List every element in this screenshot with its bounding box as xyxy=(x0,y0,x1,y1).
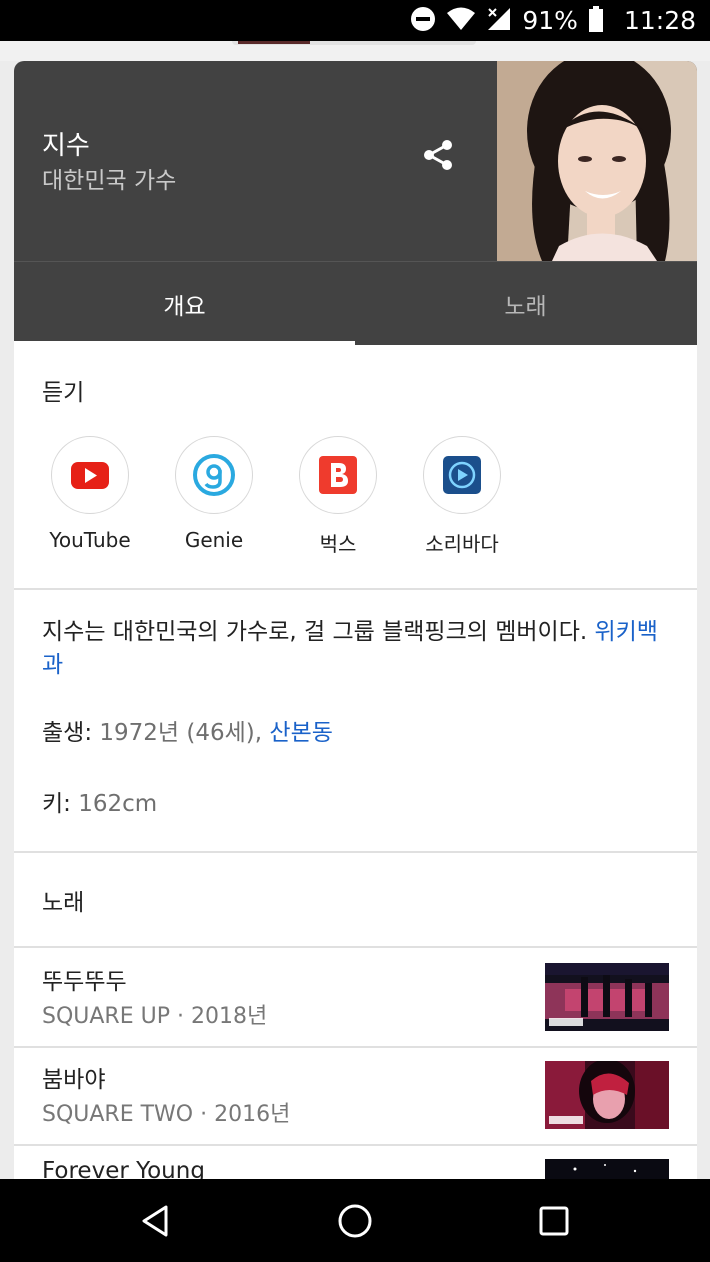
recents-button[interactable] xyxy=(532,1199,576,1243)
service-label: 벅스 xyxy=(319,532,357,556)
previous-card-peek xyxy=(0,41,710,61)
cell-signal-icon xyxy=(486,6,512,36)
song-subtitle: SQUARE UP · 2018년 xyxy=(42,1004,268,1029)
section-divider xyxy=(14,851,697,853)
song-title: 붐바야 xyxy=(42,1067,106,1093)
service-label: YouTube xyxy=(49,528,131,552)
fact-value: 162cm xyxy=(78,791,158,817)
entity-photo[interactable] xyxy=(497,61,697,261)
fact-birth: 출생: 1972년 (46세), 산본동 xyxy=(42,713,333,747)
battery-percent: 91% xyxy=(522,6,578,35)
song-title: Forever Young xyxy=(42,1158,205,1179)
service-soribada[interactable]: 소리바다 xyxy=(412,436,512,557)
song-subtitle: SQUARE TWO · 2016년 xyxy=(42,1102,291,1127)
service-youtube[interactable]: YouTube xyxy=(40,436,140,552)
songs-section-title: 노래 xyxy=(42,890,85,916)
entity-title: 지수 xyxy=(42,131,90,161)
home-icon xyxy=(338,1204,372,1238)
song-thumbnail xyxy=(545,1159,669,1179)
home-button[interactable] xyxy=(333,1199,377,1243)
youtube-icon xyxy=(71,462,109,489)
battery-icon xyxy=(588,5,604,36)
card-header: 지수 대한민국 가수 xyxy=(14,61,697,261)
clock: 11:28 xyxy=(623,6,696,35)
status-bar: 91% 11:28 xyxy=(0,0,710,41)
tab-songs[interactable]: 노래 xyxy=(355,262,696,345)
service-label: 소리바다 xyxy=(425,532,499,556)
entity-description: 지수는 대한민국의 가수로, 걸 그룹 블랙핑크의 멤버이다. 위키백과 xyxy=(42,616,672,682)
fact-label: 출생: xyxy=(42,720,93,746)
entity-subtitle: 대한민국 가수 xyxy=(42,168,177,194)
fact-value: 1972년 (46세), xyxy=(99,720,263,746)
song-title: 뚜두뚜두 xyxy=(42,969,127,995)
back-icon xyxy=(142,1205,168,1237)
section-divider xyxy=(14,588,697,590)
service-genie[interactable]: Genie xyxy=(164,436,264,552)
knowledge-card: 지수 대한민국 가수 개요 노래 듣기 YouTube Genie 벅스 소리바… xyxy=(14,61,697,1179)
fact-label: 키: xyxy=(42,791,71,817)
back-button[interactable] xyxy=(134,1199,178,1243)
active-tab-indicator xyxy=(14,341,355,345)
song-item[interactable]: 뚜두뚜두 SQUARE UP · 2018년 xyxy=(14,948,697,1046)
song-item[interactable]: 붐바야 SQUARE TWO · 2016년 xyxy=(14,1046,697,1144)
song-thumbnail xyxy=(545,963,669,1031)
bugs-icon xyxy=(319,456,357,494)
share-icon xyxy=(424,140,452,170)
birthplace-link[interactable]: 산본동 xyxy=(269,720,332,746)
listen-section-title: 듣기 xyxy=(42,380,85,406)
share-button[interactable] xyxy=(420,137,456,173)
description-text: 지수는 대한민국의 가수로, 걸 그룹 블랙핑크의 멤버이다. xyxy=(42,619,588,645)
service-label: Genie xyxy=(184,528,244,552)
tab-overview[interactable]: 개요 xyxy=(14,262,355,345)
service-bugs[interactable]: 벅스 xyxy=(288,436,388,557)
song-item[interactable]: Forever Young xyxy=(14,1144,697,1179)
do-not-disturb-icon xyxy=(410,6,436,36)
wifi-icon xyxy=(446,7,476,35)
system-nav-bar xyxy=(0,1179,710,1262)
soribada-icon xyxy=(443,456,481,494)
genie-icon xyxy=(193,454,235,496)
song-thumbnail xyxy=(545,1061,669,1129)
recents-icon xyxy=(539,1206,569,1236)
tab-bar: 개요 노래 xyxy=(14,261,697,345)
fact-height: 키: 162cm xyxy=(42,784,157,818)
